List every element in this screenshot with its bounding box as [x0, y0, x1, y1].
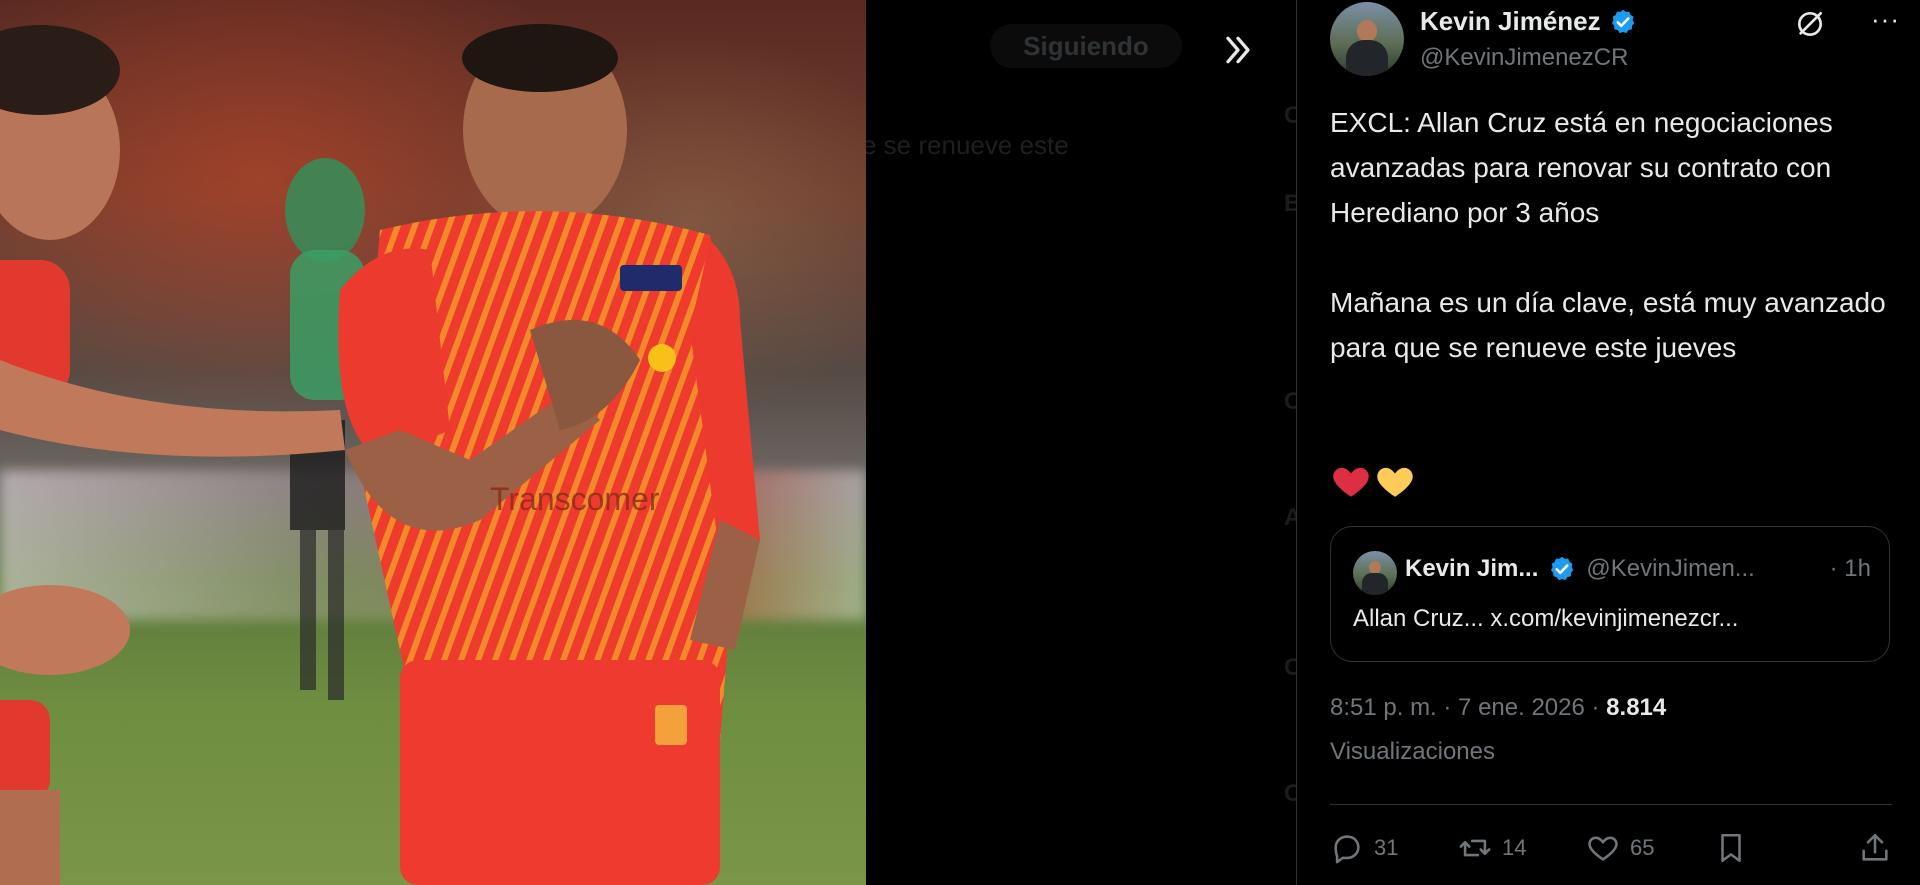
tweet-text: EXCL: Allan Cruz está en negociaciones a…	[1330, 107, 1886, 363]
quoted-author-name: Kevin Jim...	[1405, 555, 1539, 582]
background-timeline-dimmed: Siguiendo e se renueve este C B C A C C	[866, 0, 1296, 885]
share-icon	[1862, 833, 1888, 861]
bookmark-icon	[1721, 833, 1741, 863]
tweet-timestamp-row: 8:51 p. m. · 7 ene. 2026 · 8.814	[1330, 694, 1666, 722]
tweet-timestamp[interactable]: 8:51 p. m. · 7 ene. 2026 ·	[1330, 694, 1606, 721]
like-button[interactable]: 65	[1586, 826, 1654, 870]
quoted-tweet-text: Allan Cruz... x.com/kevinjimenezcr...	[1353, 605, 1739, 632]
tweet-media-image[interactable]: Transcomer	[0, 0, 866, 885]
players-illustration: Transcomer	[0, 24, 760, 885]
views-label: Visualizaciones	[1330, 738, 1495, 765]
collapse-panel-icon[interactable]	[1218, 30, 1258, 70]
bookmark-button[interactable]	[1714, 826, 1748, 870]
reply-count: 31	[1374, 835, 1399, 860]
tweet-detail-panel: Kevin Jiménez @KevinJimenezCR ··· EXCL: …	[1296, 0, 1920, 885]
share-button[interactable]	[1858, 826, 1892, 870]
repost-button[interactable]: 14	[1458, 826, 1526, 870]
divider	[1330, 804, 1892, 805]
like-heart-icon	[1588, 836, 1618, 861]
quoted-tweet-header: Kevin Jim... @KevinJimen... · 1h	[1405, 555, 1871, 583]
reply-button[interactable]: 31	[1330, 826, 1398, 870]
author-avatar[interactable]	[1330, 2, 1404, 76]
background-letter: C	[1284, 780, 1296, 807]
background-letter: C	[1284, 102, 1296, 129]
background-letter: A	[1284, 504, 1296, 531]
author-name-row: Kevin Jiménez	[1420, 6, 1637, 37]
quoted-tweet-card[interactable]: Kevin Jim... @KevinJimen... · 1h Allan C…	[1330, 526, 1890, 662]
background-letter: C	[1284, 388, 1296, 415]
yellow-heart-icon	[1377, 467, 1413, 497]
background-tweet-text: e se renueve este	[866, 130, 1069, 160]
like-count: 65	[1630, 835, 1655, 860]
reply-icon	[1334, 835, 1360, 864]
views-count: 8.814	[1606, 694, 1667, 721]
author-name[interactable]: Kevin Jiménez	[1420, 6, 1601, 37]
background-letter: B	[1284, 190, 1296, 217]
more-options-icon[interactable]: ···	[1871, 4, 1900, 35]
tweet-emojis	[1330, 460, 1416, 502]
grok-icon[interactable]	[1794, 8, 1826, 40]
background-letter: C	[1284, 654, 1296, 681]
repost-icon	[1459, 839, 1491, 857]
svg-text:Transcomer: Transcomer	[490, 481, 660, 517]
red-heart-icon	[1333, 467, 1369, 497]
following-button: Siguiendo	[990, 24, 1182, 68]
author-handle[interactable]: @KevinJimenezCR	[1420, 44, 1628, 72]
quoted-author-handle: @KevinJimen...	[1586, 555, 1755, 582]
tweet-action-bar: 31 14 65	[1330, 826, 1892, 870]
verified-badge-icon	[1611, 9, 1634, 33]
quoted-tweet-time: · 1h	[1829, 555, 1871, 582]
verified-badge-icon	[1551, 556, 1574, 581]
tweet-header: Kevin Jiménez @KevinJimenezCR ···	[1330, 2, 1900, 82]
quoted-author-avatar	[1353, 551, 1397, 595]
repost-count: 14	[1502, 835, 1527, 860]
